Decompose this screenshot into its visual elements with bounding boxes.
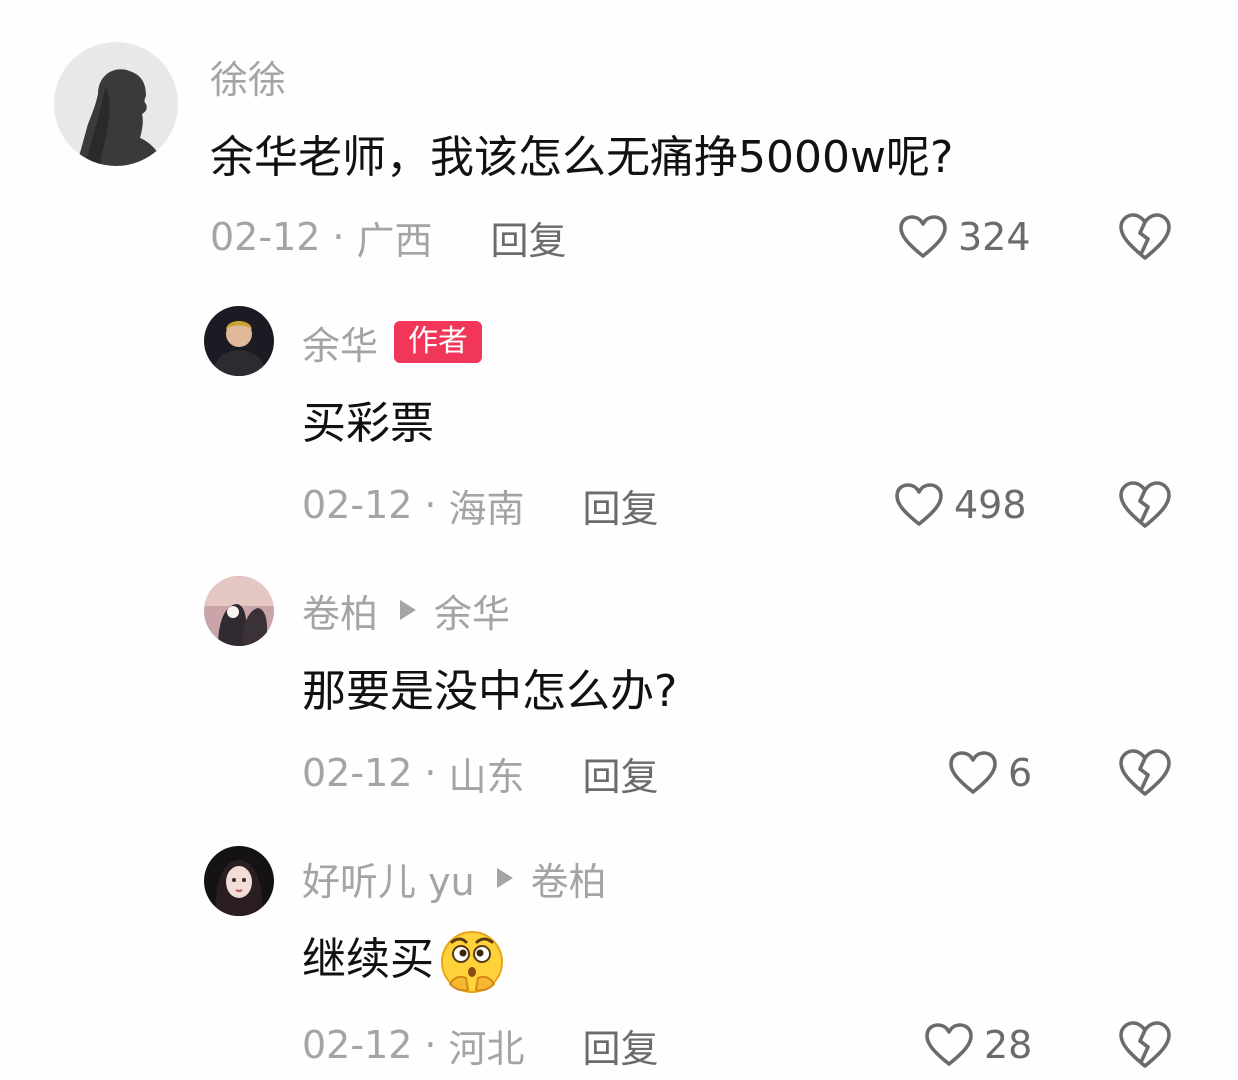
comment-location: 山东 bbox=[448, 754, 525, 799]
comment-meta: 02-12 · 海南 回复 bbox=[302, 478, 659, 533]
broken-heart-icon bbox=[1119, 1021, 1171, 1068]
heart-outline-icon bbox=[925, 1023, 973, 1066]
person-photo-avatar-icon bbox=[204, 306, 274, 376]
username-row: 徐徐 bbox=[210, 52, 286, 102]
like-count: 498 bbox=[954, 483, 1027, 527]
comment-text: 买彩票 bbox=[302, 398, 434, 449]
reply-button[interactable]: 回复 bbox=[583, 478, 659, 533]
username[interactable]: 余华 bbox=[302, 315, 378, 370]
username[interactable]: 好听儿 yu bbox=[302, 851, 475, 906]
comment-date: 02-12 bbox=[210, 215, 321, 259]
comment-meta: 02-12 · 河北 回复 bbox=[302, 1018, 659, 1073]
comment-location: 广西 bbox=[356, 218, 433, 263]
comment-date: 02-12 bbox=[302, 483, 413, 527]
comment-meta: 02-12 · 山东 回复 bbox=[302, 746, 659, 801]
reply-button[interactable]: 回复 bbox=[583, 1018, 659, 1073]
author-badge: 作者 bbox=[394, 321, 483, 363]
like-button[interactable]: 324 bbox=[898, 212, 1031, 262]
reply-button[interactable]: 回复 bbox=[491, 210, 567, 265]
reply-to-username[interactable]: 卷柏 bbox=[531, 851, 607, 906]
comment-text: 余华老师，我该怎么无痛挣5000w呢? bbox=[210, 132, 954, 183]
comment-date: 02-12 bbox=[302, 1023, 413, 1067]
heart-outline-icon bbox=[899, 215, 947, 258]
comment-date: 02-12 bbox=[302, 751, 413, 795]
username-row: 卷柏 余华 bbox=[302, 586, 510, 636]
dislike-button[interactable] bbox=[1118, 748, 1172, 798]
like-button[interactable]: 28 bbox=[924, 1020, 1032, 1070]
broken-heart-icon bbox=[1119, 749, 1171, 796]
meta-separator: · bbox=[424, 483, 437, 527]
username[interactable]: 徐徐 bbox=[210, 49, 286, 104]
meta-separator: · bbox=[332, 215, 345, 259]
silhouette-avatar-icon bbox=[54, 42, 178, 166]
username-row: 余华 作者 bbox=[302, 318, 483, 368]
comment-text: 继续买 bbox=[302, 924, 508, 996]
like-button[interactable]: 498 bbox=[894, 480, 1027, 530]
comment-location: 河北 bbox=[448, 1026, 525, 1071]
broken-heart-icon bbox=[1119, 213, 1171, 260]
username[interactable]: 卷柏 bbox=[302, 583, 378, 638]
meta-separator: · bbox=[424, 751, 437, 795]
reply-to-username[interactable]: 余华 bbox=[434, 583, 510, 638]
illustrated-girl-avatar-icon bbox=[204, 846, 274, 916]
like-count: 324 bbox=[958, 215, 1031, 259]
reply-button[interactable]: 回复 bbox=[583, 746, 659, 801]
dislike-button[interactable] bbox=[1118, 480, 1172, 530]
heart-outline-icon bbox=[949, 751, 997, 794]
broken-heart-icon bbox=[1119, 481, 1171, 528]
like-count: 6 bbox=[1008, 751, 1033, 795]
couple-photo-avatar-icon bbox=[204, 576, 274, 646]
avatar[interactable] bbox=[204, 576, 274, 646]
thinking-shush-emoji-icon bbox=[436, 924, 508, 996]
dislike-button[interactable] bbox=[1118, 1020, 1172, 1070]
comment-location: 海南 bbox=[448, 486, 525, 531]
comment-text: 那要是没中怎么办? bbox=[302, 666, 678, 717]
avatar[interactable] bbox=[204, 306, 274, 376]
like-button[interactable]: 6 bbox=[948, 748, 1032, 798]
heart-outline-icon bbox=[895, 483, 943, 526]
avatar[interactable] bbox=[54, 42, 178, 166]
like-count: 28 bbox=[984, 1023, 1033, 1067]
comment-thread: 徐徐 余华老师，我该怎么无痛挣5000w呢? 02-12 · 广西 回复 324 bbox=[0, 0, 1238, 1080]
dislike-button[interactable] bbox=[1118, 212, 1172, 262]
reply-to-arrow-icon bbox=[400, 600, 417, 620]
username-row: 好听儿 yu 卷柏 bbox=[302, 854, 607, 904]
comment-meta: 02-12 · 广西 回复 bbox=[210, 210, 567, 265]
reply-to-arrow-icon bbox=[496, 868, 513, 888]
avatar[interactable] bbox=[204, 846, 274, 916]
meta-separator: · bbox=[424, 1023, 437, 1067]
